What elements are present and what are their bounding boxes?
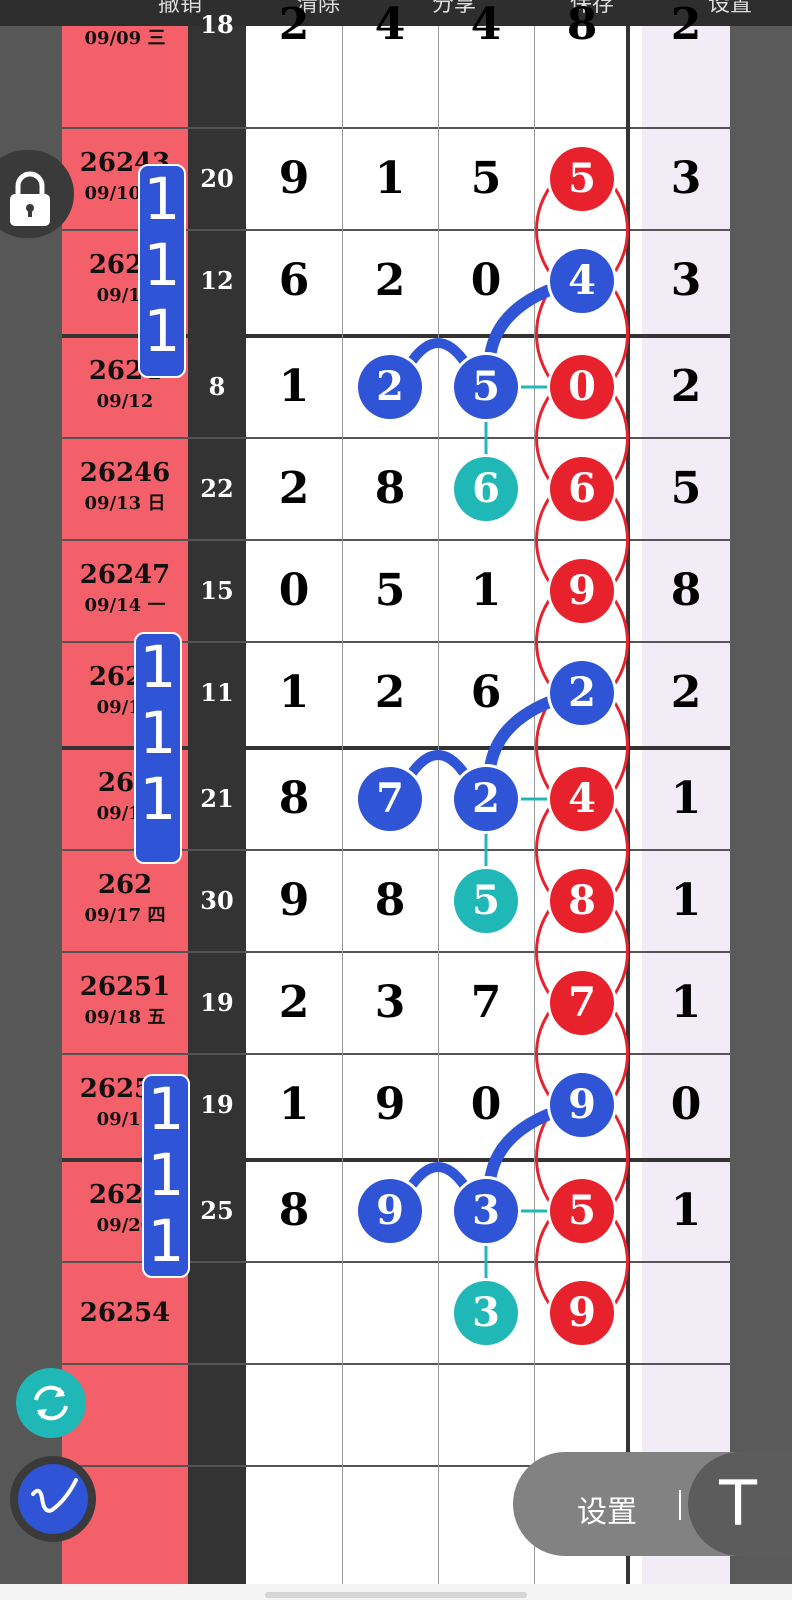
- blue-trend-line: [484, 695, 558, 775]
- refresh-button[interactable]: [16, 1368, 86, 1438]
- red-arc: [606, 385, 629, 491]
- blue-arc: [407, 338, 469, 366]
- red-arc: [606, 691, 629, 801]
- blue-ball[interactable]: 5: [454, 355, 518, 419]
- badge-digit: 1: [147, 1075, 185, 1143]
- badge-digit: 1: [147, 1141, 185, 1209]
- red-arc: [606, 589, 629, 695]
- red-arc: [606, 487, 629, 593]
- badge-digit: 1: [139, 699, 177, 767]
- pen-button[interactable]: [10, 1456, 96, 1542]
- badge-digit: 1: [143, 297, 181, 365]
- repeat-badge: 1 1 1: [142, 1074, 190, 1278]
- repeat-badge: 1 1 1: [138, 164, 186, 378]
- red-arc: [606, 1001, 629, 1107]
- blue-trend-line: [484, 283, 558, 363]
- badge-digit: 1: [139, 765, 177, 833]
- red-arc: [606, 899, 629, 1005]
- teal-ball[interactable]: 6: [454, 457, 518, 521]
- badge-digit: 1: [143, 231, 181, 299]
- pill-divider: [679, 1490, 681, 1520]
- blue-arc: [407, 1162, 469, 1190]
- blue-arc: [407, 750, 469, 778]
- refresh-icon: [34, 1385, 68, 1421]
- red-ball[interactable]: 7: [550, 971, 614, 1035]
- red-ball[interactable]: 4: [550, 767, 614, 831]
- badge-digit: 1: [147, 1207, 185, 1275]
- red-arc: [606, 1209, 629, 1315]
- red-arc: [606, 177, 629, 283]
- teal-ball[interactable]: 3: [454, 1281, 518, 1345]
- text-tool-button[interactable]: T: [688, 1452, 792, 1556]
- blue-ball[interactable]: 2: [454, 767, 518, 831]
- red-ball[interactable]: 9: [550, 1281, 614, 1345]
- red-ball[interactable]: 0: [550, 355, 614, 419]
- red-arc: [606, 797, 629, 903]
- blue-ball[interactable]: 9: [358, 1179, 422, 1243]
- blue-ball[interactable]: 2: [550, 661, 614, 725]
- red-ball[interactable]: 9: [550, 559, 614, 623]
- lock-icon: [10, 171, 50, 226]
- text-tool-icon: T: [719, 1467, 757, 1540]
- badge-digit: 1: [139, 633, 177, 701]
- pen-icon: [31, 1478, 78, 1513]
- blue-ball[interactable]: 2: [358, 355, 422, 419]
- settings-label[interactable]: 设置: [577, 1487, 637, 1531]
- blue-ball[interactable]: 9: [550, 1073, 614, 1137]
- blue-ball[interactable]: 7: [358, 767, 422, 831]
- red-arc: [606, 279, 629, 389]
- red-ball[interactable]: 5: [550, 147, 614, 211]
- blue-ball[interactable]: 4: [550, 249, 614, 313]
- red-ball[interactable]: 8: [550, 869, 614, 933]
- home-indicator[interactable]: [265, 1592, 527, 1598]
- teal-ball[interactable]: 5: [454, 869, 518, 933]
- red-ball[interactable]: 5: [550, 1179, 614, 1243]
- blue-trend-line: [484, 1107, 558, 1187]
- red-arc: [606, 1103, 629, 1213]
- lock-button[interactable]: [0, 150, 74, 238]
- badge-digit: 1: [143, 165, 181, 233]
- blue-ball[interactable]: 3: [454, 1179, 518, 1243]
- repeat-badge: 1 1 1: [134, 632, 182, 864]
- red-ball[interactable]: 6: [550, 457, 614, 521]
